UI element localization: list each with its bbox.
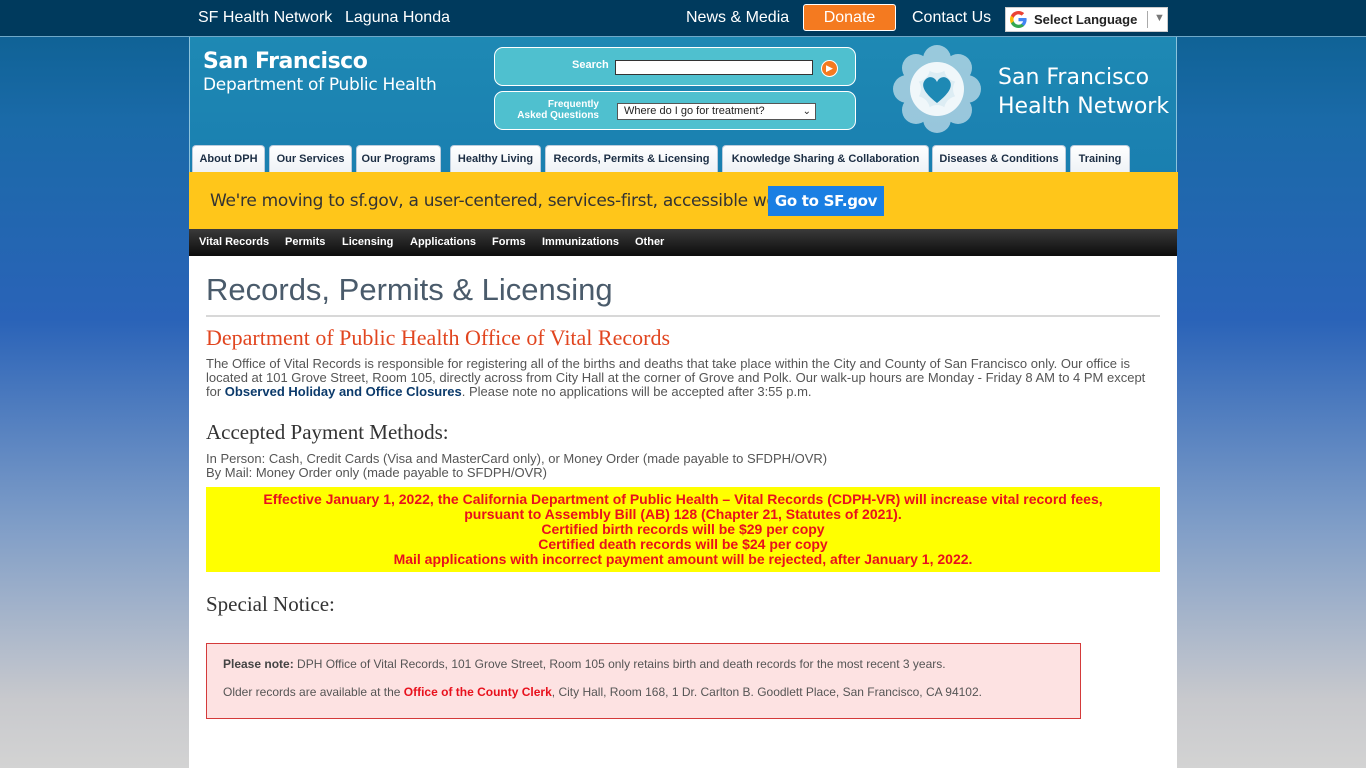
fee-line-4: Certified death records will be $24 per … bbox=[538, 536, 828, 552]
faq-select[interactable]: Where do I go for treatment? ⌄ bbox=[617, 103, 816, 120]
tab-about-dph[interactable]: About DPH bbox=[192, 145, 265, 172]
retention-note: Please note: DPH Office of Vital Records… bbox=[223, 657, 946, 671]
sfhn-line-2: Health Network bbox=[998, 94, 1170, 119]
tab-diseases-conditions[interactable]: Diseases & Conditions bbox=[932, 145, 1066, 172]
note-text: DPH Office of Vital Records, 101 Grove S… bbox=[293, 657, 946, 671]
logo-line-2: Department of Public Health bbox=[203, 75, 437, 95]
google-icon bbox=[1010, 11, 1027, 28]
language-selector[interactable]: Select Language ▼ bbox=[1005, 7, 1168, 32]
fee-increase-notice: Effective January 1, 2022, the Californi… bbox=[206, 487, 1160, 572]
older-text-1: Older records are available at the bbox=[223, 685, 404, 699]
donate-button[interactable]: Donate bbox=[803, 4, 896, 31]
special-notice-box: Please note: DPH Office of Vital Records… bbox=[206, 643, 1081, 719]
subnav-vital-records[interactable]: Vital Records bbox=[199, 236, 269, 248]
holiday-closures-link[interactable]: Observed Holiday and Office Closures bbox=[225, 384, 462, 399]
fee-line-5: Mail applications with incorrect payment… bbox=[393, 551, 973, 567]
sfhn-flower-heart-logo[interactable] bbox=[893, 45, 981, 133]
page-title: Records, Permits & Licensing bbox=[206, 272, 613, 307]
sfhn-line-1: San Francisco bbox=[998, 65, 1150, 90]
logo-line-1: San Francisco bbox=[203, 49, 368, 74]
title-divider bbox=[206, 315, 1160, 317]
faq-panel: Frequently Asked Questions Where do I go… bbox=[494, 91, 856, 130]
play-arrow-icon: ▶ bbox=[826, 63, 833, 73]
fee-line-2: pursuant to Assembly Bill (AB) 128 (Chap… bbox=[464, 506, 902, 522]
language-label: Select Language bbox=[1034, 12, 1138, 27]
note-label: Please note: bbox=[223, 657, 294, 671]
tab-knowledge-sharing[interactable]: Knowledge Sharing & Collaboration bbox=[722, 145, 929, 172]
subnav-forms[interactable]: Forms bbox=[492, 236, 526, 248]
news-media-link[interactable]: News & Media bbox=[686, 9, 789, 27]
faq-label-line-1: Frequently bbox=[547, 99, 599, 110]
tab-our-services[interactable]: Our Services bbox=[269, 145, 352, 172]
contact-us-link[interactable]: Contact Us bbox=[912, 9, 991, 27]
tab-our-programs[interactable]: Our Programs bbox=[356, 145, 441, 172]
fee-line-1: Effective January 1, 2022, the Californi… bbox=[263, 491, 1103, 507]
search-input[interactable] bbox=[615, 60, 813, 75]
dph-logo[interactable]: San Francisco Department of Public Healt… bbox=[203, 49, 437, 95]
special-notice-heading: Special Notice: bbox=[206, 592, 335, 616]
older-text-2: , City Hall, Room 168, 1 Dr. Carlton B. … bbox=[551, 685, 982, 699]
fee-line-3: Certified birth records will be $29 per … bbox=[541, 521, 825, 537]
subnav-licensing[interactable]: Licensing bbox=[342, 236, 393, 248]
language-divider bbox=[1147, 11, 1148, 28]
section-title: Department of Public Health Office of Vi… bbox=[206, 325, 671, 350]
sfhn-logo-text[interactable]: San Francisco Health Network bbox=[998, 63, 1169, 121]
faq-label-line-2: Asked Questions bbox=[517, 110, 599, 121]
search-panel: Search ▶ bbox=[494, 47, 856, 86]
payment-mail: By Mail: Money Order only (made payable … bbox=[206, 465, 548, 480]
subnav-immunizations[interactable]: Immunizations bbox=[542, 236, 619, 248]
main-content: Records, Permits & Licensing Department … bbox=[189, 256, 1177, 768]
county-clerk-link[interactable]: Office of the County Clerk bbox=[404, 685, 552, 699]
subnav-permits[interactable]: Permits bbox=[285, 236, 325, 248]
subnav-applications[interactable]: Applications bbox=[410, 236, 476, 248]
sf-health-network-link[interactable]: SF Health Network bbox=[198, 9, 332, 27]
faq-label: Frequently Asked Questions bbox=[511, 99, 599, 121]
vital-records-intro: The Office of Vital Records is responsib… bbox=[206, 357, 1162, 399]
laguna-honda-link[interactable]: Laguna Honda bbox=[345, 9, 450, 27]
tab-healthy-living[interactable]: Healthy Living bbox=[450, 145, 541, 172]
search-go-button[interactable]: ▶ bbox=[821, 60, 838, 77]
intro-text-2: . Please note no applications will be ac… bbox=[461, 384, 812, 399]
payment-in-person: In Person: Cash, Credit Cards (Visa and … bbox=[206, 451, 828, 466]
older-records-note: Older records are available at the Offic… bbox=[223, 685, 982, 699]
sfgov-migration-banner: We're moving to sf.gov, a user-centered,… bbox=[189, 172, 1178, 229]
payment-methods: In Person: Cash, Credit Cards (Visa and … bbox=[206, 452, 827, 480]
banner-message: We're moving to sf.gov, a user-centered,… bbox=[210, 191, 822, 211]
tab-records-permits-licensing[interactable]: Records, Permits & Licensing bbox=[545, 145, 718, 172]
top-bar: SF Health Network Laguna Honda News & Me… bbox=[0, 0, 1366, 37]
subnav-other[interactable]: Other bbox=[635, 236, 664, 248]
go-to-sfgov-button[interactable]: Go to SF.gov bbox=[768, 186, 884, 216]
search-label: Search bbox=[572, 59, 609, 71]
dropdown-arrow-icon: ▼ bbox=[1154, 12, 1165, 24]
payment-heading: Accepted Payment Methods: bbox=[206, 420, 449, 444]
faq-selected-value: Where do I go for treatment? bbox=[624, 105, 765, 117]
sub-nav: Vital Records Permits Licensing Applicat… bbox=[189, 229, 1177, 256]
chevron-down-icon: ⌄ bbox=[802, 106, 811, 117]
tab-training[interactable]: Training bbox=[1070, 145, 1130, 172]
